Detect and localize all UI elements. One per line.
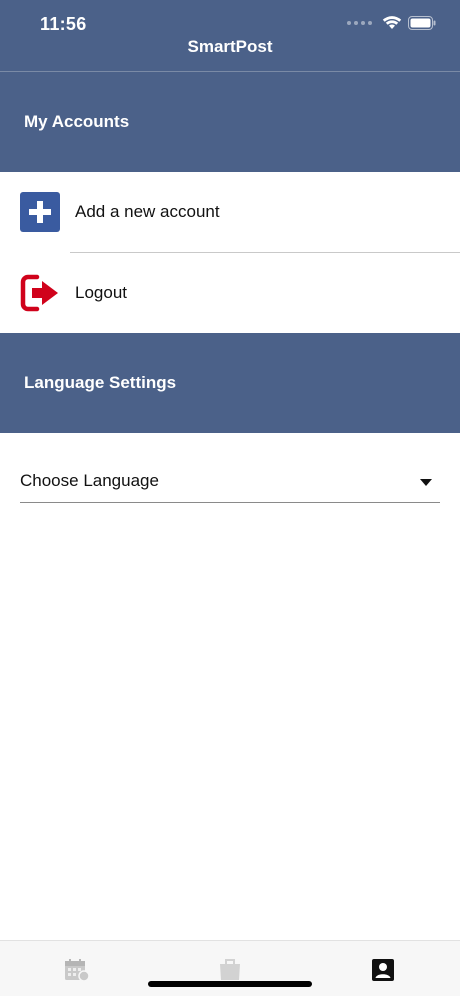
- battery-icon: [408, 15, 436, 30]
- home-indicator: [148, 981, 312, 987]
- shop-icon: [220, 959, 240, 980]
- logout-row[interactable]: Logout: [0, 253, 460, 333]
- app-title: SmartPost: [187, 37, 273, 56]
- language-select-label: Choose Language: [20, 471, 159, 490]
- my-accounts-header: My Accounts: [0, 72, 460, 172]
- status-time: 11:56: [40, 14, 87, 34]
- bottom-tab-bar: [0, 940, 460, 996]
- language-settings-title: Language Settings: [24, 373, 177, 392]
- status-icons: [347, 15, 436, 30]
- logout-icon: [20, 274, 58, 312]
- language-settings-header: Language Settings: [0, 333, 460, 433]
- account-icon: [372, 959, 394, 981]
- wifi-icon: [382, 16, 402, 29]
- tab-calendar[interactable]: [62, 955, 92, 985]
- add-account-row[interactable]: Add a new account: [0, 172, 460, 252]
- top-nav-bar: 11:56 SmartPost: [0, 0, 460, 72]
- add-account-label: Add a new account: [75, 202, 220, 221]
- tab-account[interactable]: [368, 955, 398, 985]
- chevron-down-icon: [420, 479, 432, 486]
- my-accounts-title: My Accounts: [24, 112, 130, 131]
- logout-label: Logout: [75, 283, 127, 302]
- language-select[interactable]: Choose Language: [20, 463, 440, 503]
- plus-square-icon: [20, 192, 60, 232]
- cellular-dots-icon: [347, 20, 372, 25]
- calendar-icon: [65, 959, 90, 982]
